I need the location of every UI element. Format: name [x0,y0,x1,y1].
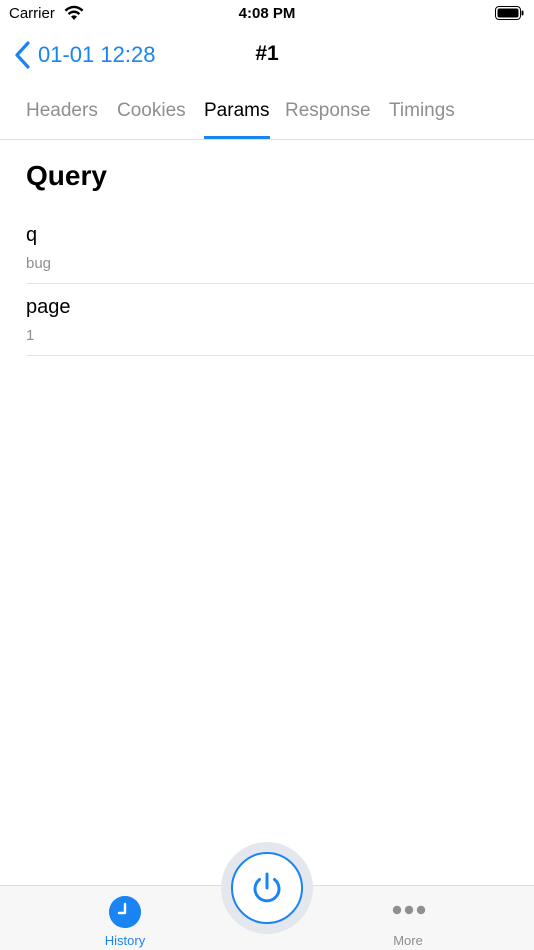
power-button[interactable] [221,842,313,934]
tab-response[interactable]: Response [285,100,371,122]
navigation-bar: 01-01 12:28 #1 [0,28,534,84]
tabbar-item-more[interactable]: More [348,886,468,950]
param-key: page [26,296,71,318]
power-icon [253,872,281,903]
tabbar-item-label: More [393,933,423,948]
param-key: q [26,224,38,246]
param-value: bug [26,255,52,272]
clock-icon [109,896,141,928]
ellipsis-icon [392,905,426,915]
tab-timings[interactable]: Timings [389,100,455,122]
list-item[interactable]: q bug [26,212,534,284]
active-tab-indicator [204,136,270,139]
param-value: 1 [26,327,35,344]
section-title: Query [26,160,107,191]
status-time: 4:08 PM [238,5,296,22]
tabbar-item-label: History [104,933,146,948]
list-item[interactable]: page 1 [26,284,534,356]
power-button-face[interactable] [231,852,303,924]
detail-tabs: Headers Cookies Params Response Timings [0,84,534,140]
battery-icon [495,6,524,20]
tab-cookies[interactable]: Cookies [117,100,186,122]
tab-params[interactable]: Params [204,100,269,122]
page-title: #1 [255,42,279,65]
tabbar-item-history[interactable]: History [65,886,185,950]
status-bar: Carrier 4:08 PM [0,0,534,28]
tab-headers[interactable]: Headers [26,100,98,122]
